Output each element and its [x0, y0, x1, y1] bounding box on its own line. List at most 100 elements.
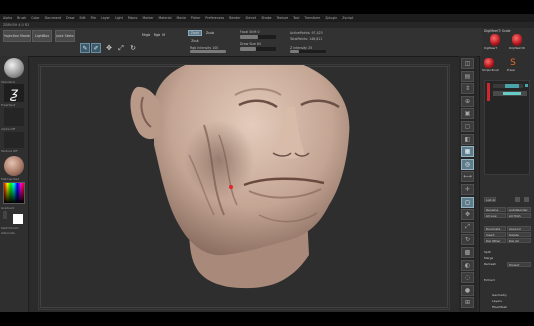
zcut-button[interactable]: Zcut	[188, 38, 202, 44]
menu-item-light[interactable]: Light	[115, 16, 123, 20]
stroke-thumbnail[interactable]: ƺ	[4, 84, 24, 102]
frame-button[interactable]: ◻	[461, 196, 474, 208]
simple-brush-thumbnail[interactable]	[484, 58, 494, 68]
scale-mode-button[interactable]: ⤢	[116, 43, 126, 53]
scroll-down-icon[interactable]	[524, 197, 529, 202]
project-button[interactable]: Project	[507, 262, 531, 267]
spix-button[interactable]: ▤	[461, 70, 474, 82]
xyz-button[interactable]: ✛	[461, 184, 474, 195]
brush-thumbnail[interactable]	[4, 58, 24, 78]
draw-mode-button[interactable]: ✐	[91, 43, 101, 53]
secondary-color-swatch[interactable]	[3, 211, 7, 219]
list-all-button[interactable]: List All	[484, 197, 496, 202]
menu-item-edit[interactable]: Edit	[79, 16, 85, 20]
edit-mode-button[interactable]: ✎	[80, 43, 90, 53]
sculpted-head-model[interactable]	[39, 65, 449, 309]
projection-master-button[interactable]: Projection Master	[3, 30, 31, 42]
split-label[interactable]: Split	[484, 250, 491, 254]
scale-button[interactable]: ⤢	[461, 221, 474, 233]
delete-button[interactable]: Delete	[507, 232, 531, 237]
del-other-button[interactable]: Del Other	[484, 238, 506, 243]
persp-button[interactable]: ◧	[461, 133, 474, 145]
rename-button[interactable]: Rename	[484, 207, 506, 212]
all-low-button[interactable]: All Low	[484, 213, 506, 218]
floor-button[interactable]: ▦	[461, 146, 474, 158]
remesh-label[interactable]: Remesh	[484, 262, 496, 266]
extract-label[interactable]: Extract	[484, 278, 495, 282]
z-intensity-slider[interactable]	[290, 50, 326, 53]
zsub-button[interactable]: Zsub	[204, 30, 216, 36]
tool-head-thumbnail[interactable]	[490, 34, 500, 46]
menu-item-stencil[interactable]: Stencil	[246, 16, 257, 20]
menu-item-document[interactable]: Document	[45, 16, 62, 20]
scroll-up-icon[interactable]	[515, 197, 520, 202]
menu-item-draw[interactable]: Draw	[66, 16, 74, 20]
menu-item-material[interactable]: Material	[159, 16, 172, 20]
merge-label[interactable]: Merge	[484, 256, 493, 260]
draw-size-slider[interactable]	[240, 47, 276, 51]
alpha-thumbnail[interactable]	[4, 108, 24, 126]
eraser-thumbnail[interactable]: S	[508, 58, 518, 68]
polymesh-thumbnail[interactable]	[512, 34, 522, 46]
subtool-1-visibility[interactable]	[505, 84, 519, 88]
local-button[interactable]: ◎	[461, 158, 474, 170]
menu-item-layer[interactable]: Layer	[101, 16, 110, 20]
mrgb-button[interactable]: Mrgb	[141, 30, 151, 40]
move-button[interactable]: ✥	[461, 209, 474, 221]
menu-item-zscript[interactable]: Zscript	[342, 16, 353, 20]
layers-section[interactable]: Layers	[492, 299, 502, 303]
lightbox-button[interactable]: LightBox	[32, 30, 52, 42]
focal-shift-slider[interactable]	[240, 35, 276, 39]
menu-item-picker[interactable]: Picker	[191, 16, 201, 20]
menu-item-movie[interactable]: Movie	[176, 16, 185, 20]
m-button[interactable]: M	[161, 30, 166, 40]
quick-sketch-button[interactable]: Quick Sketch	[55, 30, 75, 42]
menu-item-zplugin[interactable]: Zplugin	[325, 16, 337, 20]
main-color-swatch[interactable]	[13, 214, 23, 224]
xpose-button[interactable]: ⊞	[461, 297, 474, 309]
rotate-button[interactable]: ↻	[461, 234, 474, 246]
del-all-button[interactable]: Del All	[507, 238, 531, 243]
all-high-button[interactable]: All High	[507, 213, 531, 218]
menu-item-file[interactable]: File	[91, 16, 96, 20]
subtool-2-visibility[interactable]	[503, 92, 521, 95]
menu-item-render[interactable]: Render	[229, 16, 240, 20]
rotate-mode-button[interactable]: ↻	[128, 43, 138, 53]
menu-item-transform[interactable]: Transform	[304, 16, 320, 20]
menu-item-tool[interactable]: Tool	[293, 16, 299, 20]
menu-item-texture[interactable]: Texture	[276, 16, 288, 20]
transp-button[interactable]: ◐	[461, 259, 474, 271]
menu-item-color[interactable]: Color	[31, 16, 39, 20]
duplicate-button[interactable]: Duplicate	[484, 226, 506, 231]
material-thumbnail[interactable]	[4, 156, 24, 176]
menu-item-macro[interactable]: Macro	[128, 16, 138, 20]
polyf-button[interactable]: ▩	[461, 247, 474, 258]
rgb-button[interactable]: Rgb	[153, 30, 161, 40]
texture-thumbnail[interactable]	[4, 132, 24, 148]
auto-reorder-button[interactable]: AutoReorder	[507, 207, 531, 212]
canvas-viewport[interactable]	[38, 64, 450, 310]
subtool-1-eye-icon[interactable]	[525, 84, 528, 87]
menu-item-marker[interactable]: Marker	[143, 16, 154, 20]
menu-item-alpha[interactable]: Alpha	[3, 16, 12, 20]
move-mode-button[interactable]: ✥	[104, 43, 114, 53]
fibermesh-section[interactable]: FiberMesh	[492, 305, 507, 309]
subtool-list[interactable]	[484, 80, 530, 175]
menu-item-preferences[interactable]: Preferences	[205, 16, 224, 20]
insert-button[interactable]: Insert	[484, 232, 506, 237]
solo-button[interactable]: ●	[461, 284, 474, 296]
zadd-button[interactable]: Zadd	[188, 30, 202, 36]
actual-button[interactable]: ▣	[461, 108, 474, 120]
color-picker[interactable]	[3, 182, 25, 204]
menu-item-stroke[interactable]: Stroke	[261, 16, 271, 20]
aahalf-button[interactable]: ▢	[461, 121, 474, 132]
lsym-button[interactable]: ⟷	[461, 171, 474, 183]
rgb-intensity-slider[interactable]	[190, 50, 226, 53]
append-button[interactable]: Append	[507, 226, 531, 231]
geometry-section[interactable]: Geometry	[492, 293, 507, 297]
scroll-button[interactable]: ⇕	[461, 83, 474, 95]
bpr-button[interactable]: ◫	[461, 58, 474, 69]
menu-item-brush[interactable]: Brush	[17, 16, 26, 20]
zoom-button[interactable]: ⊕	[461, 95, 474, 107]
ghost-button[interactable]: ◌	[461, 272, 474, 284]
